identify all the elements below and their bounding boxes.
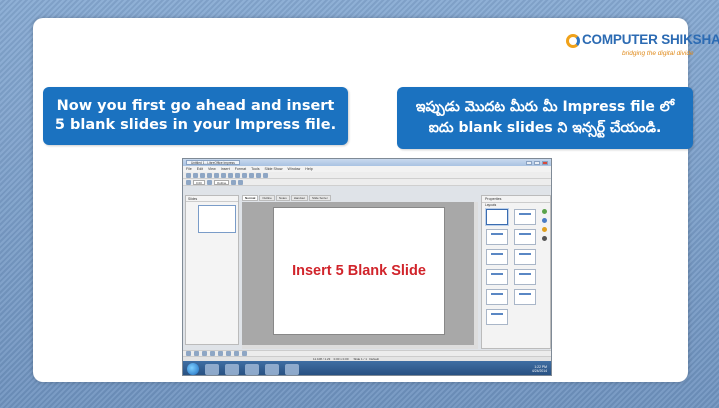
slide-title-text[interactable]: Insert 5 Blank Slide — [292, 263, 426, 279]
windows-taskbar: 1:22 PM 4/24/2014 — [183, 361, 551, 375]
menu-file[interactable]: File — [186, 167, 192, 171]
table-icon[interactable] — [249, 172, 254, 178]
taskbar-impress-icon[interactable] — [285, 363, 299, 375]
layouts-grid — [486, 209, 538, 325]
new-icon[interactable] — [186, 172, 191, 178]
slide-show-icon[interactable] — [263, 172, 268, 178]
font-name-field[interactable]: Outline — [213, 179, 230, 185]
animation-icon[interactable] — [542, 227, 547, 232]
slide-canvas: Insert 5 Blank Slide — [242, 202, 478, 345]
menu-window[interactable]: Window — [288, 167, 301, 171]
undo-icon[interactable] — [235, 172, 240, 178]
paste-icon[interactable] — [228, 172, 233, 178]
redo-icon[interactable] — [242, 172, 247, 178]
slides-panel-title: Slides — [186, 196, 238, 202]
navigator-icon[interactable] — [542, 236, 547, 241]
layout-title-only[interactable] — [486, 249, 508, 265]
taskbar-media-icon[interactable] — [245, 363, 259, 375]
taskbar-clock[interactable]: 1:22 PM 4/24/2014 — [532, 365, 547, 373]
vertical-scrollbar[interactable] — [474, 202, 478, 345]
computer-shiksha-logo: COMPUTER SHIKSHA bridging the digital di… — [566, 28, 719, 64]
horizontal-scrollbar[interactable] — [242, 345, 478, 349]
layout-title-content[interactable] — [486, 229, 508, 245]
tab-normal[interactable]: Normal — [242, 195, 259, 201]
minimize-icon[interactable] — [526, 160, 532, 165]
layout-blank[interactable] — [486, 209, 508, 225]
tab-slide-sorter[interactable]: Slide Sorter — [309, 195, 331, 201]
sidebar-deck-icons — [542, 209, 547, 241]
properties-title: Properties — [482, 196, 550, 203]
layout-title-content-2-content[interactable] — [514, 269, 536, 285]
layout-title-2-content[interactable] — [514, 229, 536, 245]
print-icon[interactable] — [207, 172, 212, 178]
menu-help[interactable]: Help — [305, 167, 312, 171]
properties-sidebar: Properties Layouts — [481, 195, 551, 349]
master-slides-icon[interactable] — [542, 218, 547, 223]
tab-handout[interactable]: Handout — [290, 195, 309, 201]
tab-notes[interactable]: Notes — [275, 195, 290, 201]
layouts-label: Layouts — [485, 203, 497, 207]
taskbar-app-icon[interactable] — [265, 363, 279, 375]
close-icon[interactable] — [542, 160, 548, 165]
copy-icon[interactable] — [221, 172, 226, 178]
save-icon[interactable] — [200, 172, 205, 178]
instruction-telugu-text: ఇప్పుడు మొదట మీరు మీ Impress file లో ఐదు… — [415, 99, 675, 136]
cut-icon[interactable] — [214, 172, 219, 178]
font-size-field[interactable]: 0.00 — [193, 179, 205, 185]
standard-toolbar — [183, 172, 551, 179]
line-color-icon[interactable] — [206, 179, 212, 185]
maximize-icon[interactable] — [534, 160, 540, 165]
impress-screenshot: Untitled 1 - LibreOffice Impress File Ed… — [182, 158, 552, 376]
taskbar-explorer-icon[interactable] — [225, 363, 239, 375]
logo-name: COMPUTER SHIKSHA — [582, 32, 719, 47]
menu-edit[interactable]: Edit — [197, 167, 203, 171]
instruction-english: Now you first go ahead and insert 5 blan… — [43, 87, 348, 145]
slides-panel: Slides — [185, 195, 239, 345]
layout-vertical-title[interactable] — [486, 309, 508, 325]
window-titlebar: Untitled 1 - LibreOffice Impress — [183, 159, 551, 166]
layout-centered-text[interactable] — [514, 249, 536, 265]
layout-title-slide[interactable] — [514, 209, 536, 225]
shadow-icon[interactable] — [238, 179, 244, 185]
tab-outline[interactable]: Outline — [259, 195, 275, 201]
instruction-english-text: Now you first go ahead and insert 5 blan… — [54, 98, 337, 133]
open-icon[interactable] — [193, 172, 198, 178]
layout-title-2-content-content[interactable] — [486, 269, 508, 285]
chart-icon[interactable] — [256, 172, 261, 178]
slide-thumbnail[interactable] — [198, 205, 236, 233]
menu-view[interactable]: View — [208, 167, 216, 171]
current-slide[interactable]: Insert 5 Blank Slide — [273, 207, 445, 335]
line-fill-toolbar: 0.00 Outline — [183, 179, 551, 186]
properties-deck-icon[interactable] — [542, 209, 547, 214]
logo-icon — [566, 34, 580, 48]
menu-insert[interactable]: Insert — [221, 167, 230, 171]
arrow-style-icon[interactable] — [186, 179, 191, 185]
menu-format[interactable]: Format — [235, 167, 246, 171]
menu-slide-show[interactable]: Slide Show — [265, 167, 283, 171]
start-button-icon[interactable] — [187, 363, 199, 375]
logo-tagline: bridging the digital divide — [622, 50, 694, 57]
clock-date: 4/24/2014 — [531, 369, 547, 373]
layout-title-6-content[interactable] — [514, 289, 536, 305]
window-title[interactable]: Untitled 1 - LibreOffice Impress — [186, 160, 240, 165]
layout-title-4-content[interactable] — [486, 289, 508, 305]
area-style-icon[interactable] — [231, 179, 237, 185]
window-controls — [526, 160, 548, 165]
view-tabs: Normal Outline Notes Handout Slide Sorte… — [242, 195, 331, 201]
menu-tools[interactable]: Tools — [251, 167, 259, 171]
instruction-telugu: ఇప్పుడు మొదట మీరు మీ Impress file లో ఐదు… — [397, 87, 693, 149]
taskbar-ie-icon[interactable] — [205, 363, 219, 375]
